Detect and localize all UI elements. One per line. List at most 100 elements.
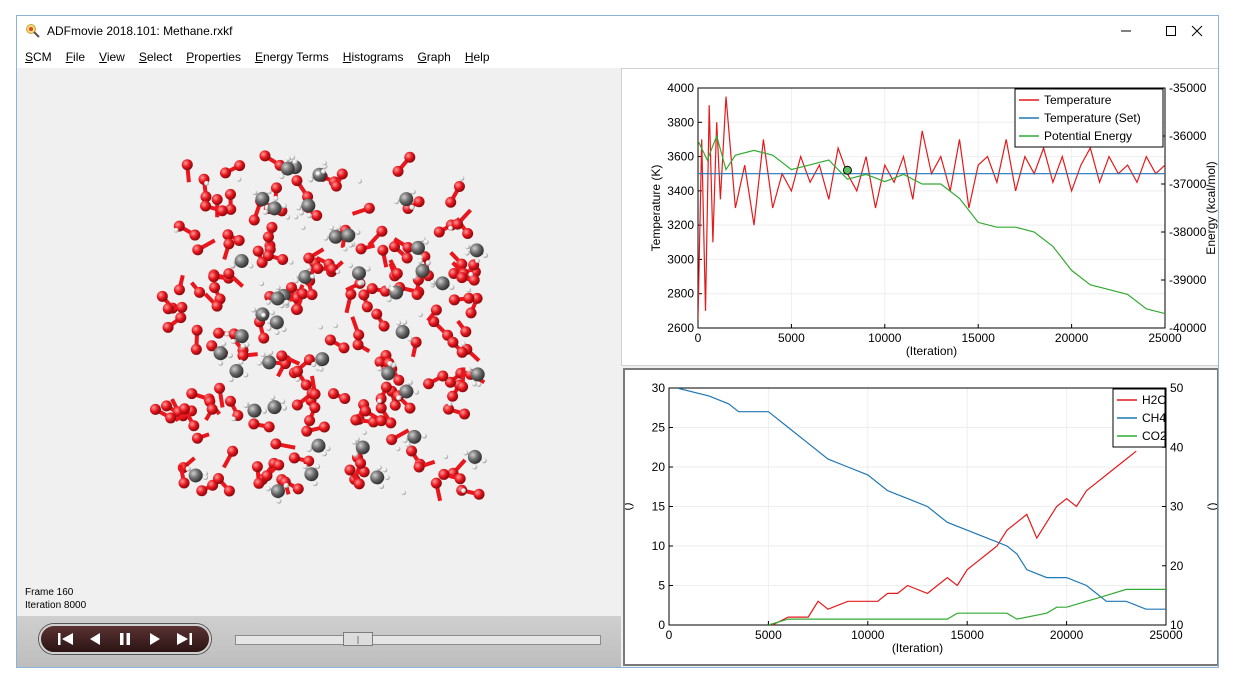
minimize-icon xyxy=(1120,30,1131,32)
hydrogen-atom xyxy=(310,274,315,279)
oxygen-atom xyxy=(456,272,468,284)
oxygen-atom xyxy=(208,271,220,283)
hydrogen-atom xyxy=(386,296,392,303)
oxygen-atom xyxy=(336,168,348,180)
hydrogen-atom xyxy=(377,398,382,404)
hydrogen-atom xyxy=(407,379,413,385)
oxygen-atom xyxy=(433,226,445,238)
x-axis-label: (Iteration) xyxy=(892,641,943,655)
hydrogen-atom xyxy=(308,177,314,183)
oxygen-atom xyxy=(234,160,246,172)
hydrogen-atom xyxy=(300,225,306,231)
oxygen-atom xyxy=(176,301,188,313)
hydrogen-atom xyxy=(407,336,413,342)
carbon-atom xyxy=(213,346,228,361)
oxygen-atom xyxy=(456,346,468,358)
hydrogen-atom xyxy=(417,258,423,264)
oxygen-atom xyxy=(453,181,465,193)
oxygen-atom xyxy=(452,218,464,230)
hydrogen-atom xyxy=(411,274,418,280)
hydrogen-atom xyxy=(266,188,272,195)
carbon-atom xyxy=(381,366,396,381)
menu-histograms[interactable]: Histograms xyxy=(343,50,404,64)
skip-back-icon xyxy=(57,633,73,645)
y-tick-label: 0 xyxy=(658,618,665,632)
minimize-button[interactable] xyxy=(1103,16,1148,46)
carbon-atom xyxy=(234,253,249,268)
oxygen-atom xyxy=(194,286,206,298)
oxygen-atom xyxy=(355,243,367,255)
menu-scm[interactable]: SCM xyxy=(25,50,52,64)
oxygen-atom xyxy=(404,151,416,163)
oxygen-atom xyxy=(206,403,218,415)
species-graph-panel[interactable]: 0 5000 10000 15000 20000 25000 0 5 10 15 20 25 30 10 2… xyxy=(620,368,1218,666)
oxygen-atom xyxy=(237,350,249,362)
oxygen-atom xyxy=(173,284,185,296)
oxygen-atom xyxy=(214,382,226,394)
hydrogen-atom xyxy=(466,287,472,293)
oxygen-atom xyxy=(251,461,263,473)
menu-file[interactable]: File xyxy=(66,50,85,64)
title-bar[interactable]: ADFmovie 2018.101: Methane.rxkf xyxy=(17,16,1218,46)
oxygen-atom xyxy=(463,292,475,304)
molecule-canvas[interactable] xyxy=(17,68,621,616)
previous-frame-button[interactable] xyxy=(84,629,106,649)
oxygen-atom xyxy=(411,288,423,300)
hydrogen-atom xyxy=(173,227,179,233)
y-tick-label: 2600 xyxy=(667,321,694,335)
oxygen-atom xyxy=(459,408,471,420)
menu-graph[interactable]: Graph xyxy=(417,50,450,64)
hydrogen-atom xyxy=(262,209,268,215)
oxygen-atom xyxy=(156,290,168,302)
species-count-chart[interactable]: 0 5000 10000 15000 20000 25000051015202530102… xyxy=(620,370,1218,664)
menu-properties[interactable]: Properties xyxy=(186,50,241,64)
close-button[interactable] xyxy=(1174,16,1218,46)
first-frame-button[interactable] xyxy=(55,629,77,649)
oxygen-atom xyxy=(227,445,239,457)
hydrogen-atom xyxy=(281,203,287,209)
oxygen-atom xyxy=(430,304,442,316)
oxygen-atom xyxy=(162,303,174,315)
pause-button[interactable] xyxy=(114,629,136,649)
hydrogen-atom xyxy=(335,269,341,275)
menu-view[interactable]: View xyxy=(99,50,125,64)
oxygen-atom xyxy=(303,252,315,264)
oxygen-atom xyxy=(413,461,425,473)
oxygen-atom xyxy=(224,188,236,200)
last-frame-button[interactable] xyxy=(173,629,195,649)
y-tick-label: 3200 xyxy=(667,218,694,232)
energy-graph-panel[interactable]: 0 5000 10000 15000 20000 25000 2600 2800 3000 320… xyxy=(621,68,1219,366)
hydrogen-atom xyxy=(352,451,359,457)
hydrogen-atom xyxy=(261,312,266,318)
play-back-icon xyxy=(90,633,101,645)
frame-slider-thumb[interactable] xyxy=(342,632,373,646)
oxygen-atom xyxy=(385,417,397,429)
legend-entry: CH4 xyxy=(1142,411,1166,425)
y2-tick-label: -37000 xyxy=(1169,177,1207,191)
hydrogen-atom xyxy=(321,169,326,174)
oxygen-atom xyxy=(292,483,304,495)
menu-energy-terms[interactable]: Energy Terms xyxy=(255,50,329,64)
hydrogen-atom xyxy=(342,246,348,252)
molecule-viewer[interactable]: Frame 160 Iteration 8000 xyxy=(17,68,621,616)
oxygen-atom xyxy=(454,473,466,485)
hydrogen-atom xyxy=(285,155,291,162)
menu-select[interactable]: Select xyxy=(139,50,172,64)
oxygen-atom xyxy=(192,244,204,256)
menu-help[interactable]: Help xyxy=(465,50,490,64)
next-frame-button[interactable] xyxy=(144,629,166,649)
oxygen-atom xyxy=(378,320,390,332)
carbon-atom xyxy=(229,363,244,378)
temperature-energy-chart[interactable]: 0 5000 10000 15000 20000 25000260028003000320… xyxy=(622,69,1219,365)
y-tick-label: 3600 xyxy=(667,150,694,164)
oxygen-atom xyxy=(352,339,364,351)
hydrogen-atom xyxy=(348,263,353,268)
frame-slider[interactable] xyxy=(235,635,601,645)
hydrogen-atom xyxy=(325,445,331,452)
oxygen-atom xyxy=(291,303,303,315)
hydrogen-atom xyxy=(387,360,393,367)
oxygen-atom xyxy=(219,167,231,179)
oxygen-atom xyxy=(216,205,228,217)
hydrogen-atom xyxy=(472,464,478,470)
y-tick-label: 3000 xyxy=(667,252,694,266)
